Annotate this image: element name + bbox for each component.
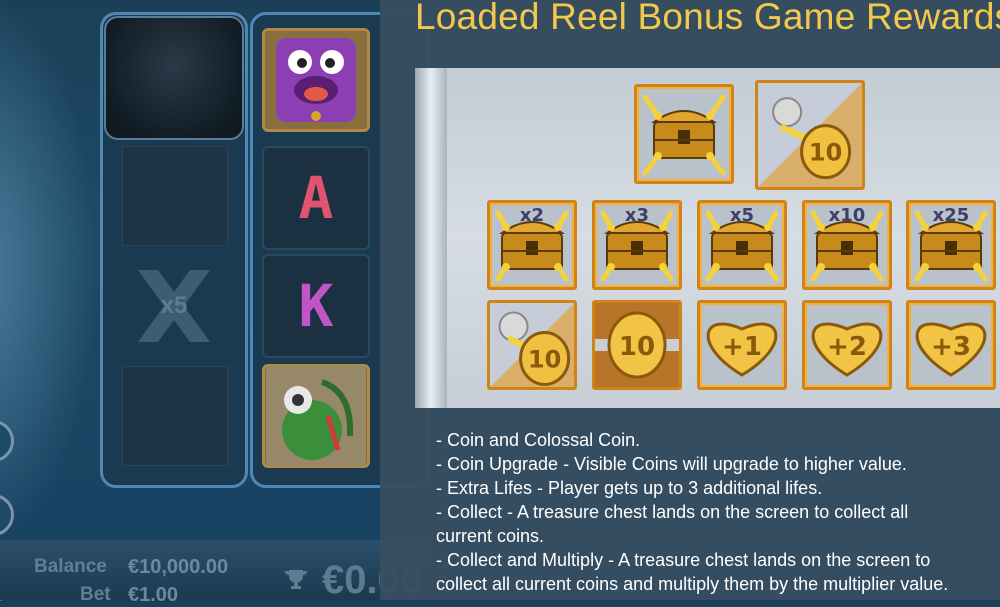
description-line: - Collect - A treasure chest lands on th… bbox=[436, 502, 909, 522]
reel-cell bbox=[122, 366, 228, 466]
balance-label: Balance bbox=[34, 556, 107, 577]
svg-text:+2: +2 bbox=[827, 332, 867, 362]
multiplier-label: x2 bbox=[519, 205, 545, 226]
letter-k: K bbox=[298, 272, 334, 340]
letter-k-symbol: K bbox=[262, 254, 370, 358]
collect-icon bbox=[634, 84, 734, 184]
description-line: - Extra Lifes - Player gets up to 3 addi… bbox=[436, 478, 823, 498]
svg-text:+1: +1 bbox=[722, 332, 762, 362]
multiplier-label: x5 bbox=[729, 205, 755, 226]
svg-text:10: 10 bbox=[528, 345, 561, 373]
collect-multiply-x2-icon: x2 bbox=[487, 200, 577, 290]
board-pillar-decoration bbox=[415, 68, 447, 408]
monster-icon bbox=[276, 38, 356, 122]
collect-multiply-x5-icon: x5 bbox=[697, 200, 787, 290]
bet-label: Bet bbox=[80, 584, 111, 605]
letter-a-symbol: A bbox=[262, 146, 370, 250]
collect-multiply-x25-icon: x25 bbox=[906, 200, 996, 290]
svg-text:10: 10 bbox=[809, 139, 842, 167]
coin-icon: 10 bbox=[592, 300, 682, 390]
extra-life-1-icon: +1 bbox=[697, 300, 787, 390]
collect-multiply-x10-icon: x10 bbox=[802, 200, 892, 290]
page-title: Loaded Reel Bonus Game Rewards bbox=[415, 0, 1000, 37]
green-creature-symbol bbox=[262, 364, 370, 468]
empty-slot-cell bbox=[104, 16, 244, 140]
multiplier-symbol: x5 bbox=[128, 258, 220, 354]
description-line: collect all current coins and multiply t… bbox=[436, 574, 949, 594]
description-line: current coins. bbox=[436, 526, 545, 546]
description-line: - Coin and Colossal Coin. bbox=[436, 430, 641, 450]
extra-life-3-icon: +3 bbox=[906, 300, 996, 390]
bet-value: €1.00 bbox=[128, 584, 179, 606]
collect-multiply-x3-icon: x3 bbox=[592, 200, 682, 290]
multiplier-label: x5 bbox=[160, 292, 188, 319]
reel-cell bbox=[122, 146, 228, 246]
reward-descriptions: - Coin and Colossal Coin. - Coin Upgrade… bbox=[436, 428, 996, 596]
multiplier-label: x25 bbox=[932, 205, 970, 226]
coin-upgrade-icon: 10 bbox=[487, 300, 577, 390]
svg-text:+3: +3 bbox=[931, 332, 971, 362]
balance-value: €10,000.00 bbox=[128, 556, 229, 578]
creature-icon bbox=[266, 366, 366, 466]
multiplier-label: x10 bbox=[828, 205, 866, 226]
coin-upgrade-icon: 10 bbox=[755, 80, 865, 190]
multiplier-label: x3 bbox=[624, 205, 650, 226]
purple-monster-symbol bbox=[262, 28, 370, 132]
extra-life-2-icon: +2 bbox=[802, 300, 892, 390]
description-line: - Coin Upgrade - Visible Coins will upgr… bbox=[436, 454, 907, 474]
trophy-icon bbox=[285, 570, 307, 589]
svg-text:10: 10 bbox=[619, 332, 655, 362]
letter-a: A bbox=[298, 164, 334, 232]
description-line: - Collect and Multiply - A treasure ches… bbox=[436, 550, 931, 570]
